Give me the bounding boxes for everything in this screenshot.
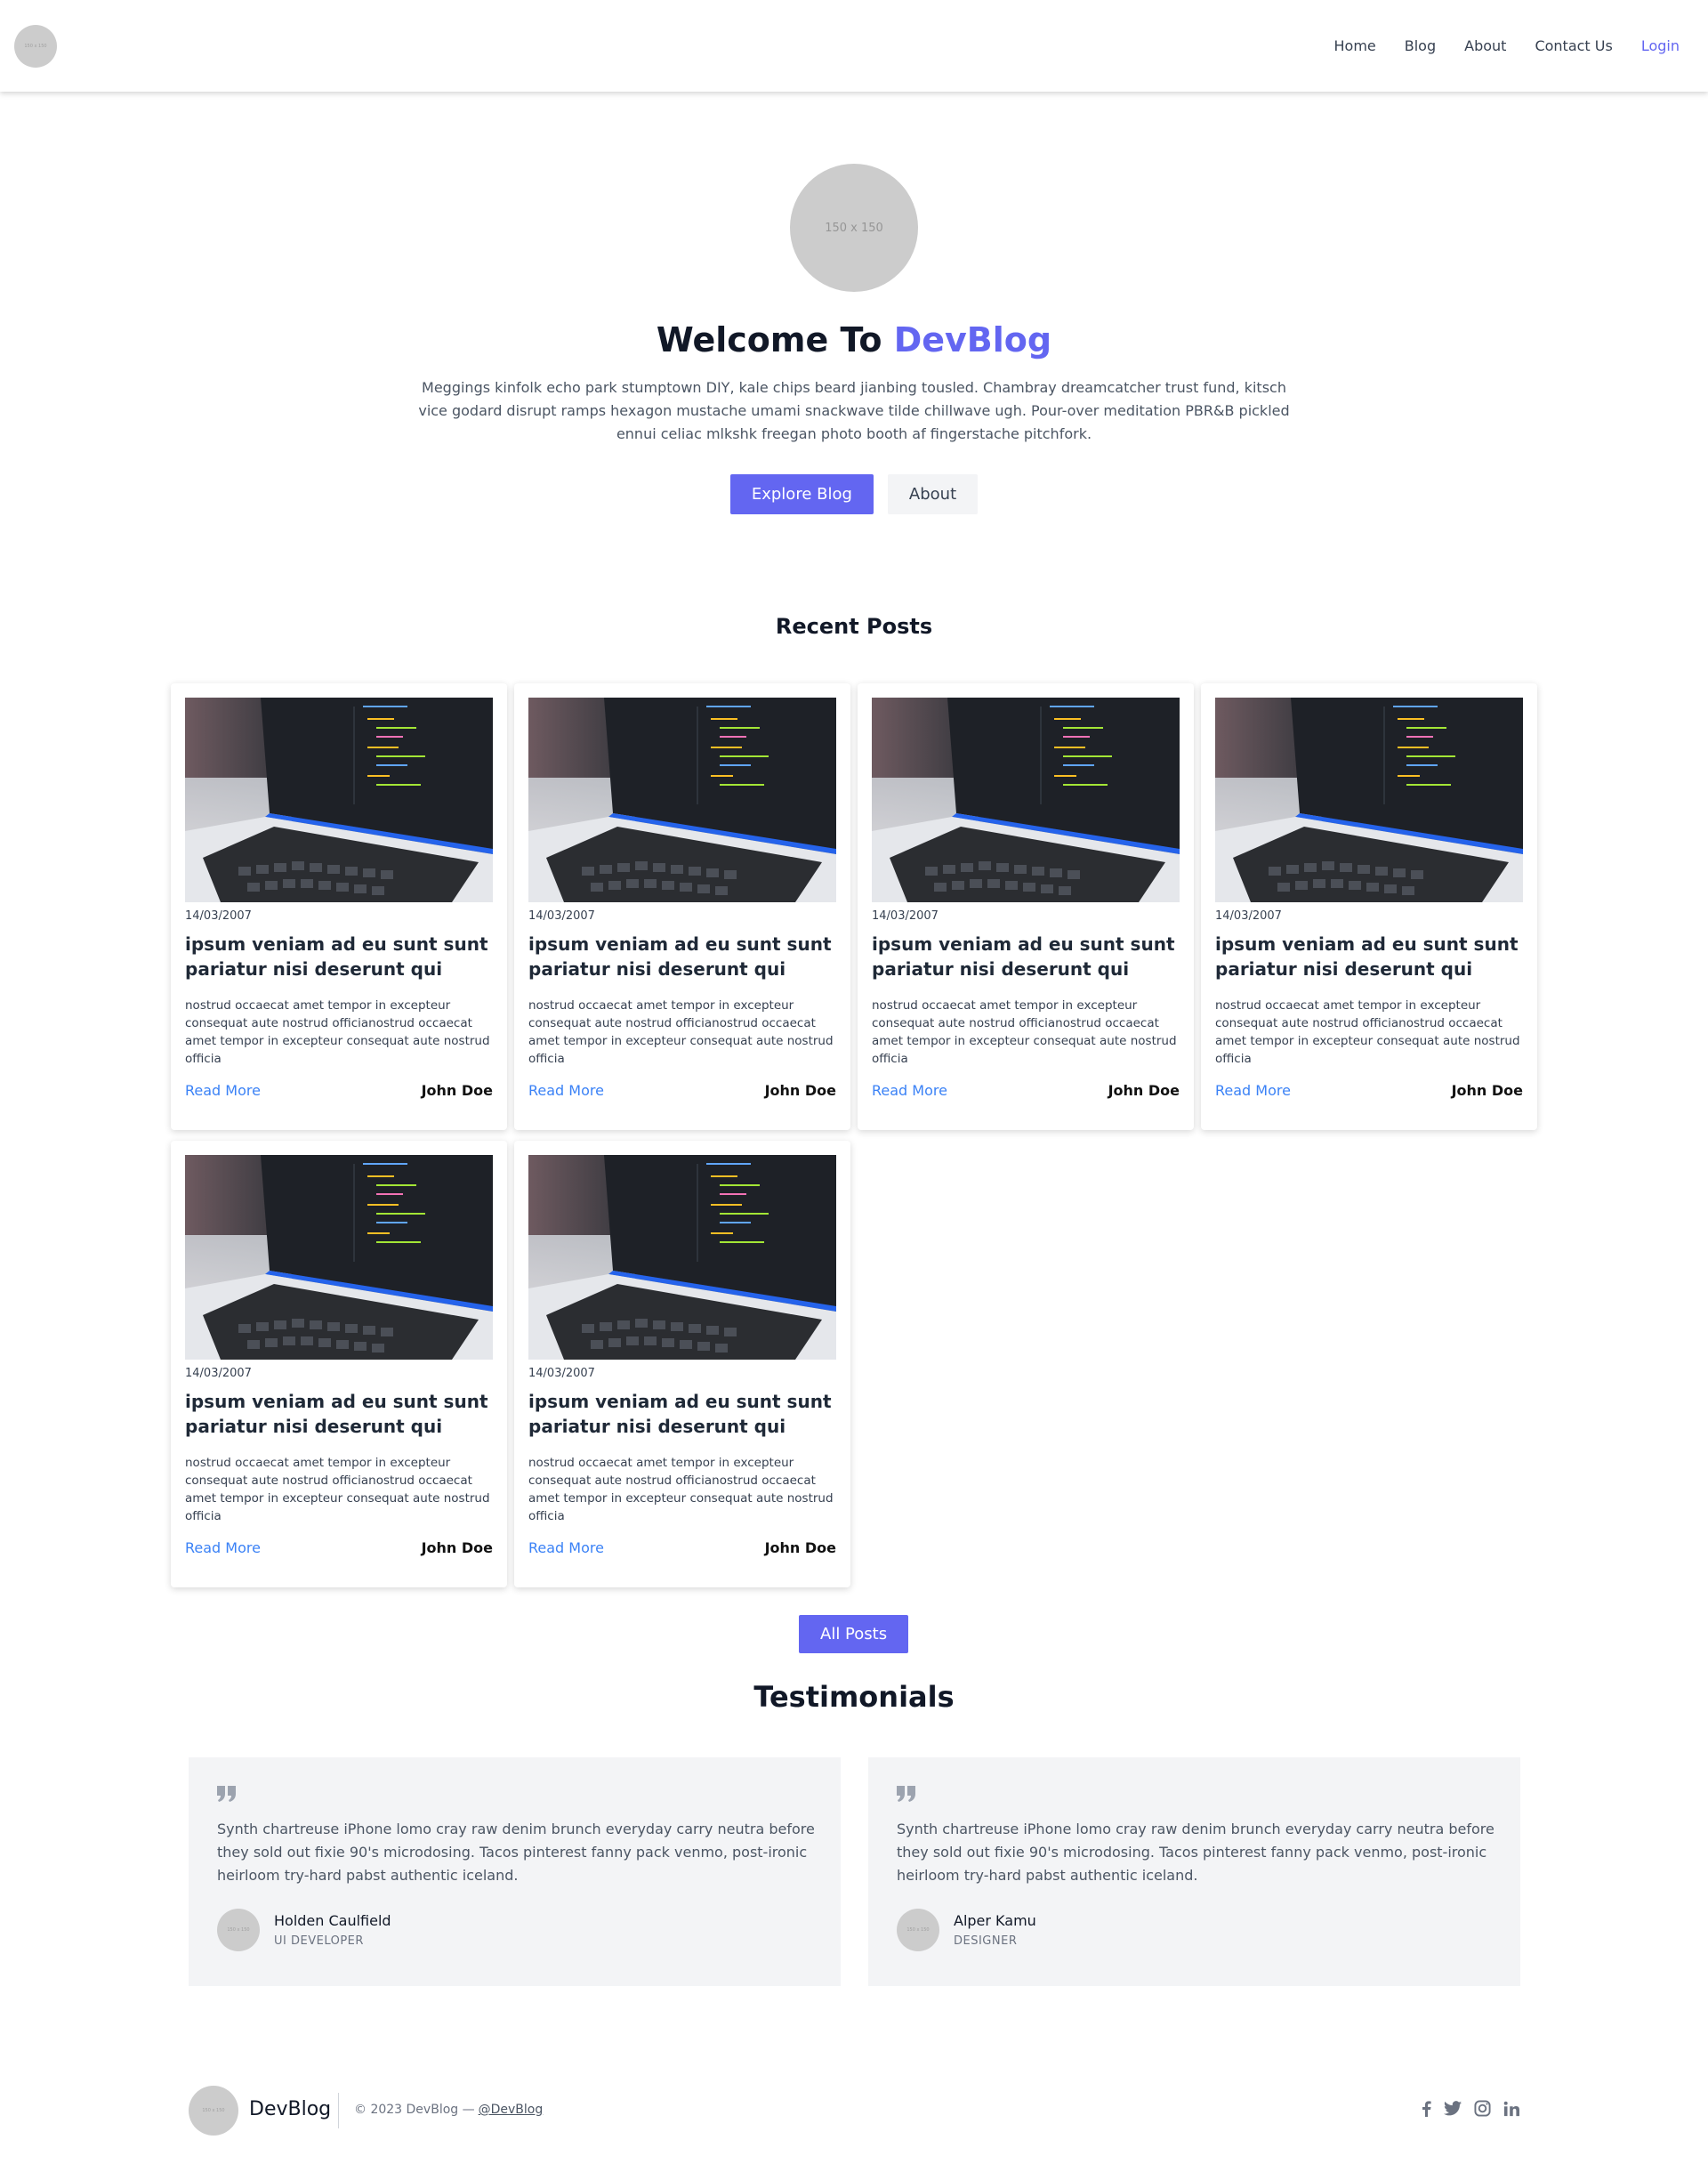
nav-contact-link[interactable]: Contact Us — [1535, 37, 1612, 54]
footer-divider — [338, 2093, 339, 2128]
post-author: John Doe — [764, 1539, 836, 1556]
testimonial-name: Holden Caulfield — [274, 1912, 391, 1929]
footer-handle-link[interactable]: @DevBlog — [479, 2103, 544, 2117]
laptop-code-image — [872, 698, 1180, 902]
facebook-icon[interactable] — [1421, 2100, 1431, 2117]
instagram-icon[interactable] — [1474, 2100, 1491, 2117]
explore-blog-button[interactable]: Explore Blog — [729, 474, 874, 514]
quote-icon — [217, 1786, 237, 1805]
testimonial-card: Synth chartreuse iPhone lomo cray raw de… — [189, 1757, 841, 1986]
post-author: John Doe — [421, 1539, 493, 1556]
nav-about-link[interactable]: About — [1464, 37, 1506, 54]
post-title[interactable]: ipsum veniam ad eu sunt sunt pariatur ni… — [185, 1389, 496, 1439]
laptop-code-image — [185, 1155, 493, 1360]
site-footer: 150 x 150 DevBlog © 2023 DevBlog — @DevBl… — [189, 2086, 1519, 2136]
hero-description: Meggings kinfolk echo park stumptown DIY… — [418, 379, 1290, 442]
linkedin-icon[interactable] — [1503, 2101, 1519, 2117]
hero-actions: Explore Blog About — [0, 474, 1708, 514]
post-thumbnail[interactable] — [185, 1155, 493, 1360]
nav-blog-link[interactable]: Blog — [1405, 37, 1436, 54]
quote-icon — [897, 1786, 916, 1805]
post-card: 14/03/2007 ipsum veniam ad eu sunt sunt … — [1201, 683, 1537, 1130]
testimonial-role: UI DEVELOPER — [274, 1934, 364, 1948]
recent-posts-title: Recent Posts — [775, 614, 933, 639]
post-excerpt: nostrud occaecat amet tempor in excepteu… — [185, 1456, 490, 1523]
post-title[interactable]: ipsum veniam ad eu sunt sunt pariatur ni… — [528, 932, 840, 981]
post-excerpt: nostrud occaecat amet tempor in excepteu… — [185, 998, 490, 1066]
laptop-code-image — [528, 698, 836, 902]
post-card: 14/03/2007 ipsum veniam ad eu sunt sunt … — [171, 683, 507, 1130]
post-excerpt: nostrud occaecat amet tempor in excepteu… — [1215, 998, 1520, 1066]
testimonial-card: Synth chartreuse iPhone lomo cray raw de… — [868, 1757, 1520, 1986]
testimonials-title: Testimonials — [753, 1680, 955, 1714]
site-header: 150 x 150 Home Blog About Contact Us Log… — [0, 0, 1708, 92]
login-link[interactable]: Login — [1641, 37, 1680, 54]
post-date: 14/03/2007 — [528, 909, 595, 923]
hero-avatar: 150 x 150 — [790, 164, 918, 292]
post-excerpt: nostrud occaecat amet tempor in excepteu… — [528, 998, 834, 1066]
post-card: 14/03/2007 ipsum veniam ad eu sunt sunt … — [514, 683, 850, 1130]
post-excerpt: nostrud occaecat amet tempor in excepteu… — [528, 1456, 834, 1523]
read-more-link[interactable]: Read More — [1215, 1082, 1291, 1099]
post-thumbnail[interactable] — [528, 698, 836, 902]
post-date: 14/03/2007 — [185, 1367, 252, 1380]
twitter-icon[interactable] — [1444, 2101, 1462, 2116]
testimonial-name: Alper Kamu — [954, 1912, 1036, 1929]
hero-title-accent: DevBlog — [893, 320, 1052, 359]
post-thumbnail[interactable] — [528, 1155, 836, 1360]
testimonial-text: Synth chartreuse iPhone lomo cray raw de… — [217, 1821, 815, 1884]
post-date: 14/03/2007 — [185, 909, 252, 923]
post-author: John Doe — [421, 1082, 493, 1099]
read-more-link[interactable]: Read More — [185, 1539, 261, 1556]
read-more-link[interactable]: Read More — [872, 1082, 947, 1099]
post-date: 14/03/2007 — [872, 909, 939, 923]
post-thumbnail[interactable] — [872, 698, 1180, 902]
post-card: 14/03/2007 ipsum veniam ad eu sunt sunt … — [171, 1141, 507, 1587]
laptop-code-image — [528, 1155, 836, 1360]
post-author: John Doe — [1108, 1082, 1180, 1099]
copyright-text: © 2023 DevBlog — — [354, 2103, 475, 2117]
post-card: 14/03/2007 ipsum veniam ad eu sunt sunt … — [858, 683, 1194, 1130]
testimonial-text: Synth chartreuse iPhone lomo cray raw de… — [897, 1821, 1494, 1884]
avatar: 150 x 150 — [217, 1909, 260, 1951]
hero-title-prefix: Welcome To — [656, 320, 882, 359]
post-thumbnail[interactable] — [185, 698, 493, 902]
post-title[interactable]: ipsum veniam ad eu sunt sunt pariatur ni… — [1215, 932, 1527, 981]
footer-logo[interactable]: 150 x 150 — [189, 2086, 238, 2136]
post-date: 14/03/2007 — [528, 1367, 595, 1380]
read-more-link[interactable]: Read More — [528, 1539, 604, 1556]
main-nav: Home Blog About Contact Us Login — [1306, 0, 1680, 92]
post-card: 14/03/2007 ipsum veniam ad eu sunt sunt … — [514, 1141, 850, 1587]
post-author: John Doe — [1451, 1082, 1523, 1099]
site-logo[interactable]: 150 x 150 — [14, 25, 57, 68]
post-excerpt: nostrud occaecat amet tempor in excepteu… — [872, 998, 1177, 1066]
social-links — [1408, 2100, 1519, 2117]
hero-title: Welcome To DevBlog — [0, 320, 1708, 359]
avatar: 150 x 150 — [897, 1909, 939, 1951]
about-button[interactable]: About — [887, 474, 979, 514]
post-date: 14/03/2007 — [1215, 909, 1282, 923]
post-thumbnail[interactable] — [1215, 698, 1523, 902]
footer-brand[interactable]: DevBlog — [249, 2098, 331, 2120]
post-author: John Doe — [764, 1082, 836, 1099]
nav-home-link[interactable]: Home — [1334, 37, 1376, 54]
post-title[interactable]: ipsum veniam ad eu sunt sunt pariatur ni… — [872, 932, 1183, 981]
post-title[interactable]: ipsum veniam ad eu sunt sunt pariatur ni… — [528, 1389, 840, 1439]
footer-copyright: © 2023 DevBlog — @DevBlog — [354, 2103, 543, 2117]
laptop-code-image — [1215, 698, 1523, 902]
laptop-code-image — [185, 698, 493, 902]
post-title[interactable]: ipsum veniam ad eu sunt sunt pariatur ni… — [185, 932, 496, 981]
read-more-link[interactable]: Read More — [528, 1082, 604, 1099]
read-more-link[interactable]: Read More — [185, 1082, 261, 1099]
testimonial-role: DESIGNER — [954, 1934, 1018, 1948]
all-posts-button[interactable]: All Posts — [799, 1615, 909, 1653]
